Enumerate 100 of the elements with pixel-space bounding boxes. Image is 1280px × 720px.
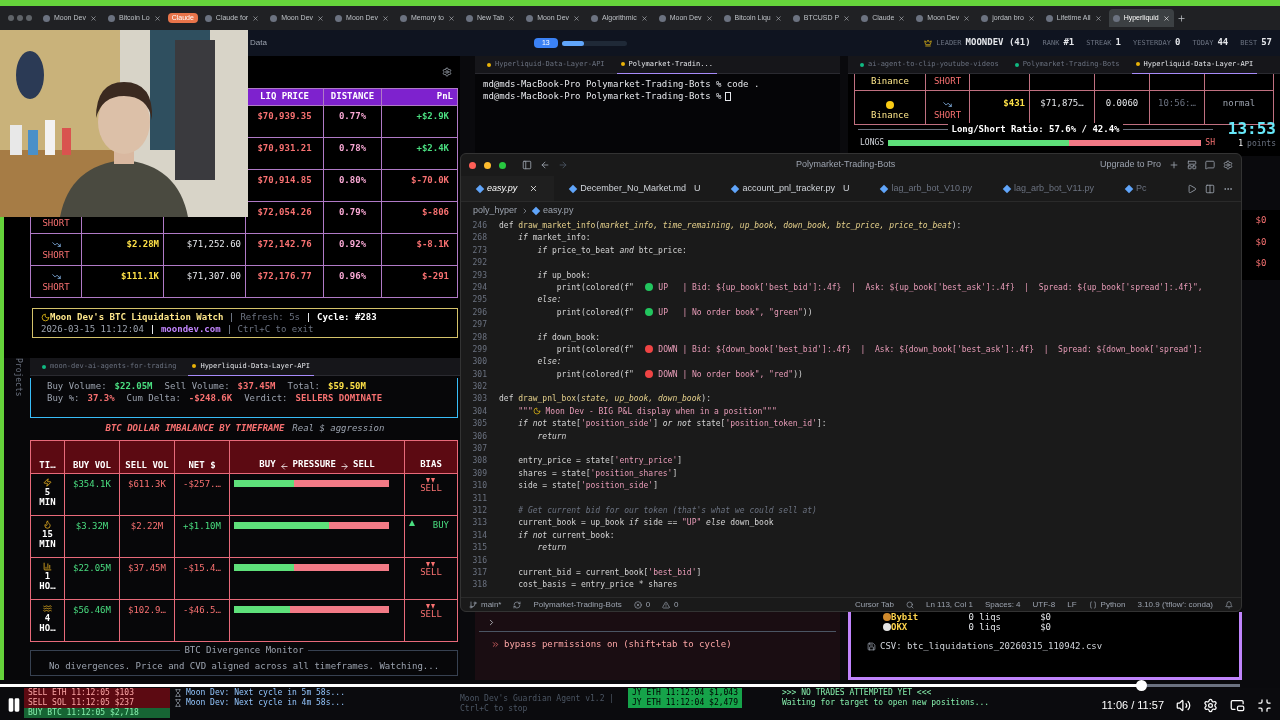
editor-tab[interactable]: account_pnl_tracker.py U (716, 176, 866, 201)
shorts-label: SH (1205, 136, 1215, 149)
code-line: print(colored(f" DOWN | Bid: ${down_book['best_bid']:.4f} | Ask: ${down_book['best_ask']:.4f} | Spread: ${down_book['spread']: (555, 343, 1203, 356)
line-number: 316 (471, 554, 488, 567)
table-cell: -$257.… (183, 479, 221, 489)
column-header: LIQ PRICE (245, 89, 323, 105)
table-cell: $71,307.00 (186, 271, 241, 281)
line-number: 300 (471, 356, 488, 369)
liq-amount: $0 (1039, 622, 1051, 632)
breadcrumb-item[interactable]: poly_hyper (473, 204, 518, 218)
summary-label: Sell Volume: (164, 380, 230, 392)
code-line: if down_book: (536, 331, 601, 344)
line-number: 306 (471, 430, 488, 443)
table-cell: $-70.0K (411, 175, 449, 185)
window-title: Polymarket-Trading-Bots (796, 158, 896, 172)
table-cell: 0.79% (338, 207, 367, 217)
line-number: 315 (471, 542, 488, 555)
line-number: 318 (471, 579, 488, 592)
branch-name[interactable]: main* (481, 598, 502, 611)
table-cell: SHORT (42, 248, 70, 262)
line-number: 307 (471, 443, 488, 456)
exit-hint: Ctrl+C to exit (237, 323, 314, 335)
table-cell: $72,176.77 (257, 271, 312, 281)
liq-count: 0 liqs (967, 622, 1001, 632)
editor-tab[interactable]: lag_arb_bot_V10.py (865, 176, 989, 201)
table-cell: Binance (871, 74, 909, 88)
status-item[interactable]: Python (1100, 598, 1126, 611)
table-cell: $611.3K (128, 479, 166, 489)
table-cell: $2.28M (126, 239, 159, 249)
line-number: 293 (471, 269, 488, 282)
watch-title: Moon Dev's BTC Liquidation Watch (50, 311, 224, 323)
status-item[interactable]: Spaces: 4 (984, 598, 1021, 611)
column-header: NET $ (175, 441, 230, 473)
liq-amount: $0 (1039, 612, 1051, 622)
line-number: 268 (471, 232, 488, 245)
status-item[interactable]: Cursor Tab (854, 598, 894, 611)
value-text: $0 (1255, 257, 1267, 270)
bias-label: BUY (432, 520, 450, 530)
notice-line: >>> NO TRADES ATTEMPTED YET <<< (781, 688, 933, 698)
bias-label: SELL (420, 567, 442, 577)
code-line: return (536, 430, 567, 443)
table-cell: $37.45M (128, 563, 166, 573)
longs-label: LONGS (860, 136, 885, 149)
breadcrumb-item[interactable]: easy.py (543, 204, 574, 218)
table-cell: SHORT (42, 216, 70, 230)
line-number: 303 (471, 393, 488, 406)
table-cell: $354.1K (73, 479, 111, 489)
liq-count: 0 liqs (967, 612, 1001, 622)
editor-tab[interactable]: lag_arb_bot_V11.py (988, 176, 1110, 201)
table-cell: $72,142.76 (257, 239, 312, 249)
status-item[interactable]: UTF-8 (1032, 598, 1056, 611)
imbalance-title: BTC DOLLAR IMBALANCE BY TIMEFRAME (105, 422, 285, 436)
table-cell: $72,054.26 (257, 207, 312, 217)
status-item[interactable]: LF (1067, 598, 1077, 611)
status-item[interactable]: 3.10.9 ('tflow': conda) (1137, 598, 1213, 611)
line-number: 302 (471, 381, 488, 394)
imbalance-subtitle: Real $ aggression (292, 422, 385, 436)
editor-tab[interactable]: December_No_Market.md U (554, 176, 717, 201)
code-line: else: (536, 294, 562, 307)
sidebar-label[interactable]: Projects (12, 358, 24, 418)
table-cell: $3.32M (75, 521, 109, 531)
code-line: cost_basis = entry_price * shares (517, 579, 678, 592)
line-number: 299 (471, 343, 488, 356)
table-cell: $2.22M (130, 521, 164, 531)
line-number: 314 (471, 529, 488, 542)
table-cell: $-8.1K (416, 239, 449, 249)
line-number: 304 (471, 405, 488, 418)
editor-tab[interactable]: easy.py (461, 176, 555, 201)
site-link[interactable]: moondev.com (160, 323, 221, 335)
line-number: 305 (471, 418, 488, 431)
stat-value: 1 (1115, 36, 1121, 50)
column-header: TI… (31, 441, 65, 473)
upgrade-link[interactable]: Upgrade to Pro (1099, 158, 1161, 172)
bias-label: SELL (420, 483, 442, 493)
stat-value: 0 (1174, 36, 1181, 50)
table-cell: +$2.4K (416, 143, 449, 153)
table-cell: $56.46M (73, 605, 111, 615)
line-number: 309 (471, 467, 488, 480)
untracked-label: U (842, 181, 850, 195)
cycle-text: Cycle: #283 (317, 311, 377, 323)
line-number: 273 (471, 244, 488, 257)
table-cell-text: 5 MIN (38, 487, 57, 507)
cycle-line: Moon Dev: Next cycle in 5m 58s... (186, 688, 345, 698)
table-cell: +$1.10M (183, 521, 221, 531)
table-cell: SHORT (933, 74, 962, 88)
table-cell: $-806 (421, 207, 449, 217)
code-line: print(colored(f" UP | No order book", "green")) (555, 306, 813, 319)
table-cell: 0.78% (338, 143, 367, 153)
summary-label: Buy Volume: (47, 380, 107, 392)
refresh-text: Refresh: 5s (240, 311, 300, 323)
column-header: BUY VOL (65, 441, 120, 473)
summary-value: $59.50M (328, 380, 366, 392)
code-line: if not state['position_side'] or not state['position_token_id']: (517, 418, 827, 431)
editor-tab[interactable]: Pc (1109, 176, 1163, 201)
line-number: 312 (471, 505, 488, 517)
line-number: 246 (471, 220, 488, 232)
column-header: BIAS (419, 457, 443, 471)
project-name: Polymarket-Trading-Bots (533, 598, 622, 611)
table-cell: SHORT (933, 108, 962, 122)
status-item[interactable]: Ln 113, Col 1 (925, 598, 973, 611)
